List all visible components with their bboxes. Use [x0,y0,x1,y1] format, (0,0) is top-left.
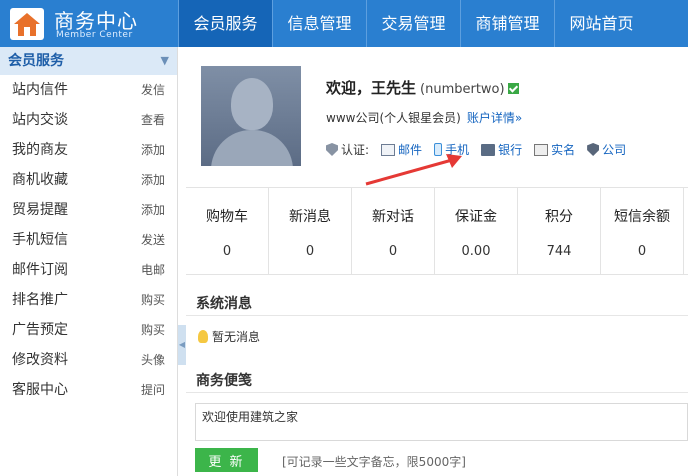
logo[interactable]: 商务中心 Member Center [10,6,180,42]
no-messages-text: 暂无消息 [212,330,261,344]
stat-label: 积分 [545,209,573,225]
company-line: www公司(个人银星会员) 账户详情» [326,109,522,126]
sidebar-item-messages[interactable]: 站内信件 发信 [0,75,177,105]
memo-textarea[interactable]: 欢迎使用建筑之家 [195,403,688,441]
divider [186,315,688,316]
sidebar-item-action[interactable]: 发送 [141,225,165,255]
sidebar-item-label: 排名推广 [12,292,68,308]
main-nav: 会员服务 信息管理 交易管理 商铺管理 网站首页 [178,0,648,47]
sidebar-item-support[interactable]: 客服中心 提问 [0,375,177,405]
avatar-body-shape [211,130,293,166]
main-content: 欢迎，王先生 (numbertwo) www公司(个人银星会员) 账户详情» 认证:… [186,47,688,476]
divider [186,392,688,393]
stat-cart[interactable]: 购物车 0 [186,188,269,275]
stat-value: 0 [305,244,315,259]
sidebar-item-label: 站内信件 [12,82,68,98]
nav-member-service[interactable]: 会员服务 [178,0,272,47]
sidebar-item-action[interactable]: 头像 [141,345,165,375]
cert-realname[interactable]: 实名 [534,141,575,158]
stat-new-chats[interactable]: 新对话 0 [352,188,435,275]
chevron-down-icon[interactable]: ▼ [161,47,169,75]
stat-value: 0 [637,244,647,259]
sidebar-item-action[interactable]: 提问 [141,375,165,405]
nav-trade-management[interactable]: 交易管理 [366,0,460,47]
username: (numbertwo) [420,82,505,97]
sidebar-item-action[interactable]: 添加 [141,165,165,195]
sidebar-item-action[interactable]: 电邮 [141,255,165,285]
no-messages-row: 暂无消息 [198,328,260,345]
sidebar-item-action[interactable]: 购买 [141,285,165,315]
sidebar-item-label: 站内交谈 [12,112,68,128]
nav-info-management[interactable]: 信息管理 [272,0,366,47]
sidebar-item-sms[interactable]: 手机短信 发送 [0,225,177,255]
avatar[interactable] [201,66,301,166]
sidebar-section-header[interactable]: 会员服务 ▼ [0,47,177,75]
sidebar-item-ranking[interactable]: 排名推广 购买 [0,285,177,315]
account-details-link[interactable]: 账户详情» [467,111,522,125]
sidebar-item-label: 商机收藏 [12,172,68,188]
stat-label: 新对话 [372,209,414,225]
bank-card-icon [481,143,496,156]
sidebar-item-edit-profile[interactable]: 修改资料 头像 [0,345,177,375]
sidebar-item-label: 手机短信 [12,232,68,248]
sidebar-item-action[interactable]: 添加 [141,195,165,225]
sidebar-item-label: 广告预定 [12,322,68,338]
stat-label: 新消息 [289,209,331,225]
sidebar: 会员服务 ▼ 站内信件 发信 站内交谈 查看 我的商友 添加 商机收藏 添加 贸易提醒添… [0,47,178,476]
stat-label: 短信余额 [614,209,670,225]
nav-site-home[interactable]: 网站首页 [554,0,648,47]
stat-value: 0 [388,244,398,259]
sidebar-section-title: 会员服务 [8,53,64,69]
sidebar-item-friends[interactable]: 我的商友 添加 [0,135,177,165]
cert-company[interactable]: 公司 [587,141,626,158]
app-subtitle: Member Center [56,30,133,40]
stat-value: 744 [546,244,572,259]
stat-value: 0.00 [461,244,491,259]
sidebar-item-trade-alerts[interactable]: 贸易提醒 添加 [0,195,177,225]
sidebar-item-label: 我的商友 [12,142,68,158]
cert-bank[interactable]: 银行 [481,141,522,158]
sidebar-item-action[interactable]: 查看 [141,105,165,135]
stat-value: 0 [222,244,232,259]
stat-points[interactable]: 积分 744 [518,188,601,275]
sidebar-item-ads[interactable]: 广告预定 购买 [0,315,177,345]
top-bar: 商务中心 Member Center 会员服务 信息管理 交易管理 商铺管理 网… [0,0,688,47]
nav-shop-management[interactable]: 商铺管理 [460,0,554,47]
sidebar-item-mail-subscription[interactable]: 邮件订阅 电邮 [0,255,177,285]
lightbulb-icon [198,330,208,343]
cert-realname-label: 实名 [551,143,576,157]
avatar-head-shape [231,78,273,130]
stat-label: 保证金 [455,209,497,225]
id-card-icon [534,143,549,156]
sidebar-item-favorites[interactable]: 商机收藏 添加 [0,165,177,195]
cert-company-label: 公司 [602,143,627,157]
stat-sms-balance[interactable]: 短信余额 0 [601,188,684,275]
stat-label: 购物车 [206,209,248,225]
sidebar-item-action[interactable]: 发信 [141,75,165,105]
cert-bank-label: 银行 [498,143,523,157]
verified-check-icon [507,83,519,94]
sidebar-item-label: 修改资料 [12,352,68,368]
stat-new-messages[interactable]: 新消息 0 [269,188,352,275]
annotation-arrow [365,154,462,186]
house-icon [10,8,44,40]
sidebar-item-chat[interactable]: 站内交谈 查看 [0,105,177,135]
sidebar-item-label: 客服中心 [12,382,68,398]
welcome-text: 欢迎，王先生 [326,79,417,97]
sidebar-item-label: 贸易提醒 [12,202,68,218]
sidebar-collapse-handle[interactable]: ◀ [178,325,186,365]
system-messages-title: 系统消息 [196,296,252,312]
sidebar-item-action[interactable]: 添加 [141,135,165,165]
memo-hint: [可记录一些文字备忘，限5000字] [282,455,466,469]
shield-icon [326,143,338,156]
memo-title: 商务便笺 [196,373,252,389]
stat-deposit[interactable]: 保证金 0.00 [435,188,518,275]
sidebar-item-label: 邮件订阅 [12,262,68,278]
update-button[interactable]: 更 新 [195,448,258,472]
sidebar-item-action[interactable]: 购买 [141,315,165,345]
company-shield-icon [587,143,600,156]
company-name: www公司(个人银星会员) [326,111,461,125]
stats-bar: 购物车 0 新消息 0 新对话 0 保证金 0.00 积分 744 短信余额 0 [186,187,688,275]
welcome-line: 欢迎，王先生 (numbertwo) [326,77,519,98]
